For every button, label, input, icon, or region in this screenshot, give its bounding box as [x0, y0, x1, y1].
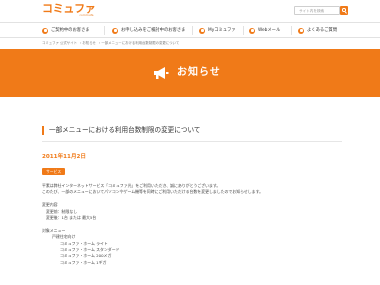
nav-label: Myコミュファ: [208, 27, 236, 33]
search-icon-handle: [344, 11, 347, 13]
megaphone-icon: [154, 67, 169, 79]
nav-divider: [243, 26, 244, 35]
nav-divider: [192, 26, 193, 35]
article-body: 平素は弊社インターネットサービス「コミュファ光」をご利用いただき、誠にありがとう…: [42, 183, 342, 266]
title-divider: [42, 141, 342, 142]
document-icon: [112, 27, 118, 34]
breadcrumb-home[interactable]: コミュファ 公式サイト: [42, 41, 77, 45]
breadcrumb: コミュファ 公式サイト › お知らせ › 一部メニューにおける利用台数制限の変更につ…: [42, 41, 180, 45]
breadcrumb-current: 一部メニューにおける利用台数制限の変更について: [101, 41, 180, 45]
menu-item: コミュファ・ホーム 1ギガ: [60, 259, 107, 265]
site-header: コミュファ commufa サイト内を検索: [0, 0, 380, 22]
nav-divider: [104, 26, 105, 35]
nav-label: よくあるご質問: [307, 27, 338, 33]
mail-icon: [249, 27, 255, 34]
question-icon: [298, 27, 304, 34]
nav-item-prospective-customers[interactable]: お申し込みをご検討中のお客さま: [112, 23, 185, 38]
search-button[interactable]: [340, 6, 348, 15]
global-nav: ご契約中のお客さま お申し込みをご検討中のお客さま Myコミュファ Webメール…: [0, 22, 380, 38]
nav-divider: [291, 26, 292, 35]
nav-label: お申し込みをご検討中のお客さま: [121, 27, 186, 33]
article: 一部メニューにおける利用台数制限の変更について 2011年11月2日 サービス …: [0, 97, 380, 285]
heart-icon: [199, 27, 205, 34]
breadcrumb-news[interactable]: お知らせ: [82, 41, 96, 45]
site-logo[interactable]: コミュファ commufa: [42, 3, 96, 18]
nav-item-faq[interactable]: よくあるご質問: [298, 23, 337, 38]
nav-item-current-customers[interactable]: ご契約中のお客さま: [42, 23, 90, 38]
page-title: お知らせ: [177, 67, 221, 78]
article-title: 一部メニューにおける利用台数制限の変更について: [42, 126, 200, 135]
article-date: 2011年11月2日: [42, 154, 87, 160]
nav-label: ご契約中のお客さま: [51, 27, 90, 33]
search-input[interactable]: サイト内を検索: [294, 6, 340, 15]
category-badge: サービス: [42, 168, 66, 175]
nav-item-webmail[interactable]: Webメール: [249, 23, 280, 38]
user-icon: [42, 27, 48, 34]
nav-label: Webメール: [258, 27, 281, 33]
nav-item-my-commufa[interactable]: Myコミュファ: [199, 23, 236, 38]
page-banner: お知らせ: [0, 49, 380, 97]
